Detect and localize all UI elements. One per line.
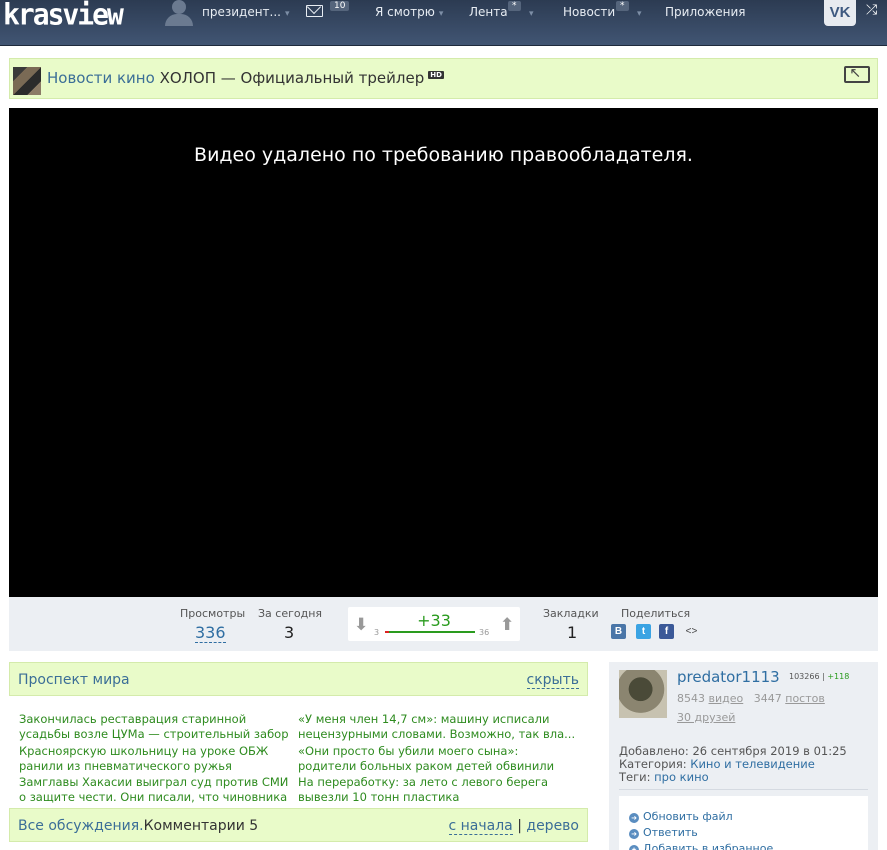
refresh-file-button[interactable]: ➜ Обновить файл — [629, 810, 733, 823]
author-posts-link[interactable]: постов — [785, 692, 825, 705]
mail-count-badge: 10 — [330, 1, 350, 11]
embed-code-icon[interactable]: <> — [684, 624, 699, 639]
site-logo[interactable]: krasview — [3, 0, 124, 32]
video-player[interactable]: Видео удалено по требованию правообладат… — [9, 108, 878, 597]
user-menu[interactable]: президент... ▾ — [202, 5, 290, 19]
author-panel: predator1113 103266 | +118 8543 видео 34… — [609, 662, 878, 850]
channel-link[interactable]: Новости кино — [47, 69, 155, 87]
comments-title: Все обсуждения.Комментарии 5 — [18, 818, 258, 834]
news-block-title[interactable]: Проспект мира — [18, 672, 130, 688]
chevron-down-icon: ▾ — [529, 9, 534, 19]
feed-caret[interactable]: ▾ — [525, 5, 534, 19]
news-item[interactable]: На переработку: за лето с левого берега … — [298, 775, 576, 805]
tree-view-link[interactable]: дерево — [526, 818, 579, 834]
nav-news[interactable]: Новости — [563, 5, 615, 19]
vk-login-button[interactable]: VK — [824, 0, 856, 26]
views-count[interactable]: 336 — [195, 623, 226, 643]
user-name: президент... — [202, 5, 281, 19]
news-caret[interactable]: ▾ — [633, 5, 642, 19]
channel-thumbnail[interactable] — [13, 67, 41, 95]
author-counts: 8543 видео 3447 постов — [677, 692, 825, 705]
all-discussions-link[interactable]: Все обсуждения. — [18, 818, 144, 834]
author-rating: 103266 | +118 — [789, 672, 850, 681]
video-stats-bar: Просмотры 336 За сегодня 3 ⬇ +33 3 36 ⬆ … — [9, 597, 878, 651]
nav-feed[interactable]: Лента — [469, 5, 508, 19]
chevron-down-icon: ▾ — [438, 9, 444, 19]
feed-badge: * — [508, 1, 521, 11]
vote-up-icon[interactable]: ⬆ — [500, 615, 514, 635]
separator: | — [517, 818, 522, 834]
expand-player-icon[interactable] — [844, 66, 870, 83]
author-videos-link[interactable]: видео — [709, 692, 744, 705]
video-title: ХОЛОП — Официальный трейлер — [159, 69, 425, 87]
news-badge: * — [616, 1, 629, 11]
rating-minus-count: 3 — [374, 628, 380, 637]
news-item[interactable]: «У меня член 14,7 см»: машину исписали н… — [298, 712, 576, 742]
category-link[interactable]: Кино и телевидение — [690, 757, 815, 771]
news-item[interactable]: Замглавы Хакасии выиграл суд против СМИ … — [19, 775, 297, 805]
added-date: Добавлено: 26 сентября 2019 в 01:25 — [619, 744, 847, 758]
comments-view-switch: с начала | дерево — [448, 818, 579, 835]
news-block-header: Проспект мира скрыть — [9, 662, 588, 696]
bookmarks-label: Закладки — [543, 607, 599, 620]
author-name-link[interactable]: predator1113 — [677, 668, 780, 686]
user-avatar-icon[interactable] — [163, 0, 195, 26]
chevron-down-icon: ▾ — [284, 9, 290, 19]
views-label: Просмотры — [180, 607, 246, 620]
arrow-right-icon: ➜ — [629, 813, 639, 823]
page-title: Новости кино ХОЛОП — Официальный трейлер… — [47, 69, 444, 87]
video-actions: ➜ Обновить файл ➜ Ответить ★ Добавить в изб… — [619, 796, 868, 850]
news-item[interactable]: Красноярскую школьницу на уроке ОБЖ рани… — [19, 744, 297, 774]
arrow-right-icon: ➜ — [629, 829, 639, 839]
twitter-icon[interactable]: t — [636, 624, 651, 639]
star-icon: ★ — [629, 845, 639, 850]
sort-from-start-link[interactable]: с начала — [448, 818, 513, 835]
today-label: За сегодня — [258, 607, 323, 620]
news-item[interactable]: «Они просто бы убили моего сына»: родите… — [298, 744, 576, 774]
rating-bar-negative — [385, 631, 389, 633]
top-navbar: krasview президент... ▾ 10 Я смотрю ▾ Лент… — [0, 0, 887, 46]
nav-watching[interactable]: Я смотрю ▾ — [375, 5, 443, 19]
bookmarks-count[interactable]: 1 — [567, 623, 577, 642]
hide-news-link[interactable]: скрыть — [526, 672, 579, 689]
comments-count: Комментарии 5 — [143, 818, 259, 834]
reply-button[interactable]: ➜ Ответить — [629, 826, 698, 839]
today-count: 3 — [284, 623, 295, 642]
add-favorite-button[interactable]: ★ Добавить в избранное — [629, 842, 773, 850]
rating-widget: ⬇ +33 3 36 ⬆ — [348, 607, 520, 641]
category-line: Категория: Кино и телевидение — [619, 757, 815, 771]
vk-icon[interactable]: B — [611, 624, 626, 639]
author-friends-link[interactable]: 30 друзей — [677, 711, 735, 724]
hd-badge: HD — [428, 71, 444, 79]
chevron-down-icon: ▾ — [637, 9, 642, 19]
nav-apps[interactable]: Приложения — [665, 5, 746, 19]
news-item[interactable]: Закончилась реставрация старинной усадьб… — [19, 712, 297, 742]
author-avatar[interactable] — [619, 670, 667, 718]
tags-line: Теги: про кино — [619, 770, 709, 784]
video-title-bar: Новости кино ХОЛОП — Официальный трейлер… — [9, 58, 878, 99]
mail-icon[interactable] — [306, 5, 323, 17]
comments-header: Все обсуждения.Комментарии 5 с начала | … — [9, 808, 588, 842]
facebook-icon[interactable]: f — [659, 624, 674, 639]
tag-link[interactable]: про кино — [654, 770, 709, 784]
share-label: Поделиться — [621, 607, 691, 620]
rating-plus-count: 36 — [479, 628, 490, 637]
divider — [619, 789, 868, 790]
rating-bar — [385, 631, 475, 633]
shuffle-icon[interactable]: ⤮ — [866, 2, 877, 18]
video-removed-message: Видео удалено по требованию правообладат… — [194, 144, 693, 166]
